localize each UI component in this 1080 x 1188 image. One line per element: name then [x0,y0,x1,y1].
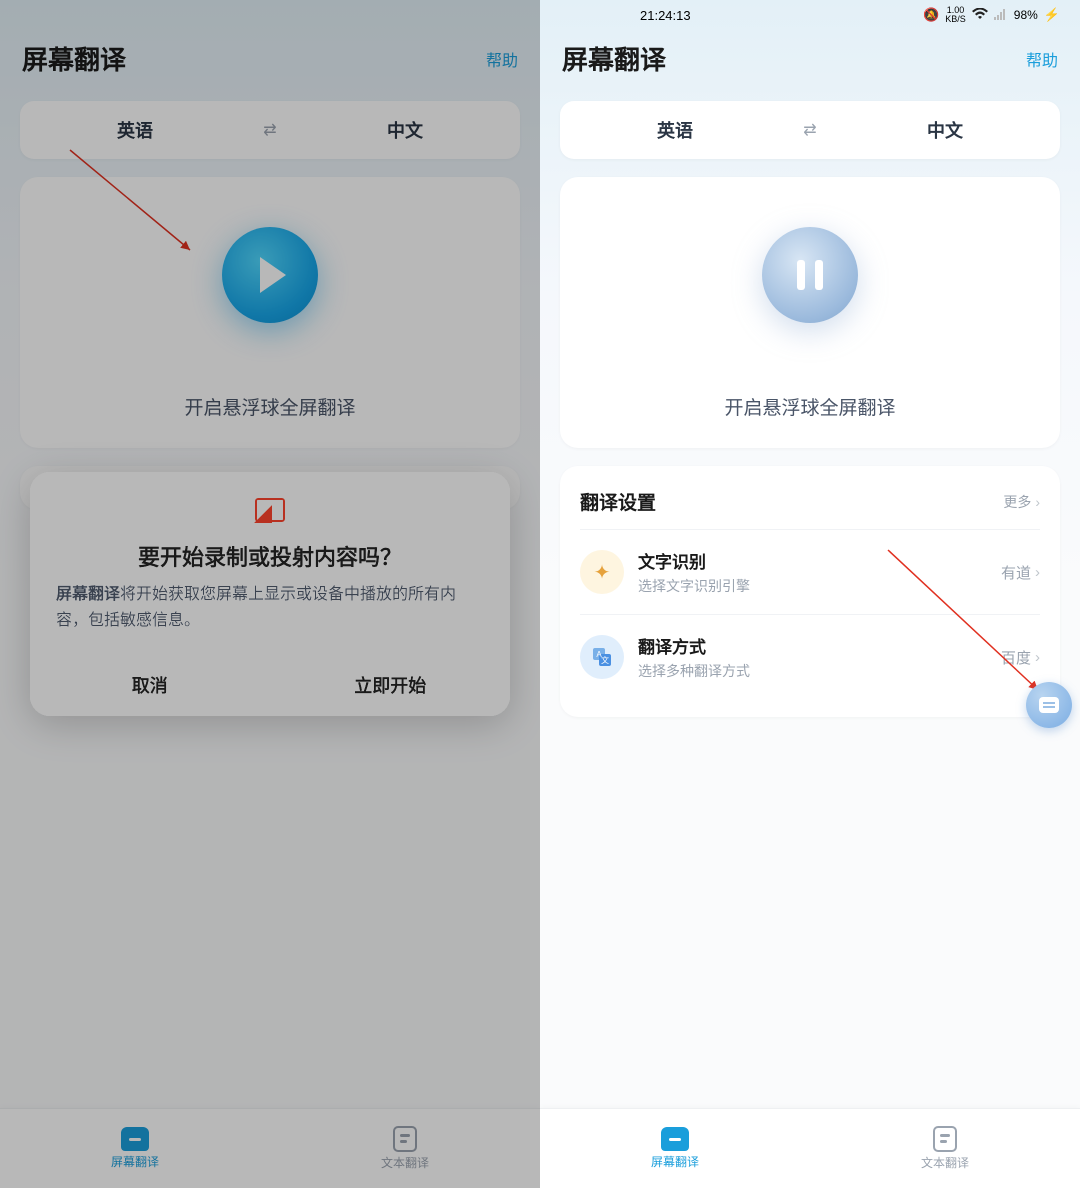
nav-label: 文本翻译 [381,1154,429,1171]
home-icon [121,1127,149,1151]
bottom-nav: 屏幕翻译 文本翻译 [0,1108,540,1188]
header: 屏幕翻译 帮助 [0,0,540,87]
nav-text-translate[interactable]: 文本翻译 [270,1109,540,1188]
svg-text:文: 文 [601,655,609,665]
dialog-text: 屏幕翻译将开始获取您屏幕上显示或设备中播放的所有内容，包括敏感信息。 [56,582,484,633]
language-selector[interactable]: 英语 ⇄ 中文 [560,101,1060,159]
translate-icon: A文 [580,635,624,679]
setting-value: 百度› [1001,647,1040,668]
setting-value: 有道› [1001,562,1040,583]
nav-label: 屏幕翻译 [111,1153,159,1170]
chevron-right-icon: › [1035,494,1040,510]
play-icon [260,257,286,293]
left-screenshot: 屏幕翻译 帮助 英语 ⇄ 中文 开启悬浮球全屏翻译 选择多种翻译方式 屏幕翻译 … [0,0,540,1188]
dialog-actions: 取消 立即开始 [30,653,510,716]
nav-screen-translate[interactable]: 屏幕翻译 [540,1109,810,1188]
right-screenshot: 21:24:13 🔕 1.00KB/S 98% ⚡ 屏幕翻译 帮助 英语 ⇄ 中… [540,0,1080,1188]
floating-chat-button[interactable] [1026,682,1072,728]
nav-text-translate[interactable]: 文本翻译 [810,1109,1080,1188]
charging-icon: ⚡ [1044,7,1060,23]
pause-icon [797,260,823,290]
pause-button[interactable] [762,227,858,323]
status-bar: 21:24:13 🔕 1.00KB/S 98% ⚡ [540,0,1080,30]
setting-desc: 选择文字识别引擎 [638,576,1001,596]
nav-label: 文本翻译 [921,1154,969,1171]
document-icon [933,1126,957,1152]
dialog-title: 要开始录制或投射内容吗？ [56,540,484,572]
setting-ocr[interactable]: ✦ 文字识别 选择文字识别引擎 有道› [580,529,1040,614]
play-button[interactable] [222,227,318,323]
settings-header: 翻译设置 更多› [580,484,1040,529]
setting-translate-method[interactable]: A文 翻译方式 选择多种翻译方式 百度› [580,614,1040,699]
signal-icon [994,8,1008,23]
cast-icon [255,498,285,522]
setting-desc: 选择多种翻译方式 [638,661,1001,681]
cancel-button[interactable]: 取消 [30,654,271,716]
wifi-icon [972,8,988,23]
main-caption: 开启悬浮球全屏翻译 [724,393,895,420]
main-caption: 开启悬浮球全屏翻译 [184,393,355,420]
network-speed: 1.00KB/S [945,6,966,24]
swap-icon[interactable]: ⇄ [250,120,290,140]
status-right: 🔕 1.00KB/S 98% ⚡ [923,6,1060,24]
settings-card: 翻译设置 更多› ✦ 文字识别 选择文字识别引擎 有道› A文 翻译方式 选择多… [560,466,1060,717]
source-language[interactable]: 英语 [20,117,250,143]
settings-title: 翻译设置 [580,488,656,515]
document-icon [393,1126,417,1152]
confirm-button[interactable]: 立即开始 [271,654,511,716]
swap-icon[interactable]: ⇄ [790,120,830,140]
chat-icon [1039,697,1059,713]
target-language[interactable]: 中文 [290,117,520,143]
status-time: 21:24:13 [640,8,691,23]
battery-percent: 98% [1014,8,1038,22]
permission-dialog: 要开始录制或投射内容吗？ 屏幕翻译将开始获取您屏幕上显示或设备中播放的所有内容，… [30,472,510,716]
target-language[interactable]: 中文 [830,117,1060,143]
home-icon [661,1127,689,1151]
help-link[interactable]: 帮助 [1026,47,1058,71]
page-title: 屏幕翻译 [562,40,666,77]
source-language[interactable]: 英语 [560,117,790,143]
chevron-right-icon: › [1035,564,1040,581]
setting-name: 翻译方式 [638,633,1001,658]
mute-icon: 🔕 [923,7,939,23]
nav-screen-translate[interactable]: 屏幕翻译 [0,1109,270,1188]
main-action-card: 开启悬浮球全屏翻译 [20,177,520,448]
language-selector[interactable]: 英语 ⇄ 中文 [20,101,520,159]
main-action-card: 开启悬浮球全屏翻译 [560,177,1060,448]
more-link[interactable]: 更多› [1003,492,1040,512]
chevron-right-icon: › [1035,649,1040,666]
setting-name: 文字识别 [638,548,1001,573]
nav-label: 屏幕翻译 [651,1153,699,1170]
help-link[interactable]: 帮助 [486,47,518,71]
page-title: 屏幕翻译 [22,40,126,77]
bottom-nav: 屏幕翻译 文本翻译 [540,1108,1080,1188]
ocr-icon: ✦ [580,550,624,594]
